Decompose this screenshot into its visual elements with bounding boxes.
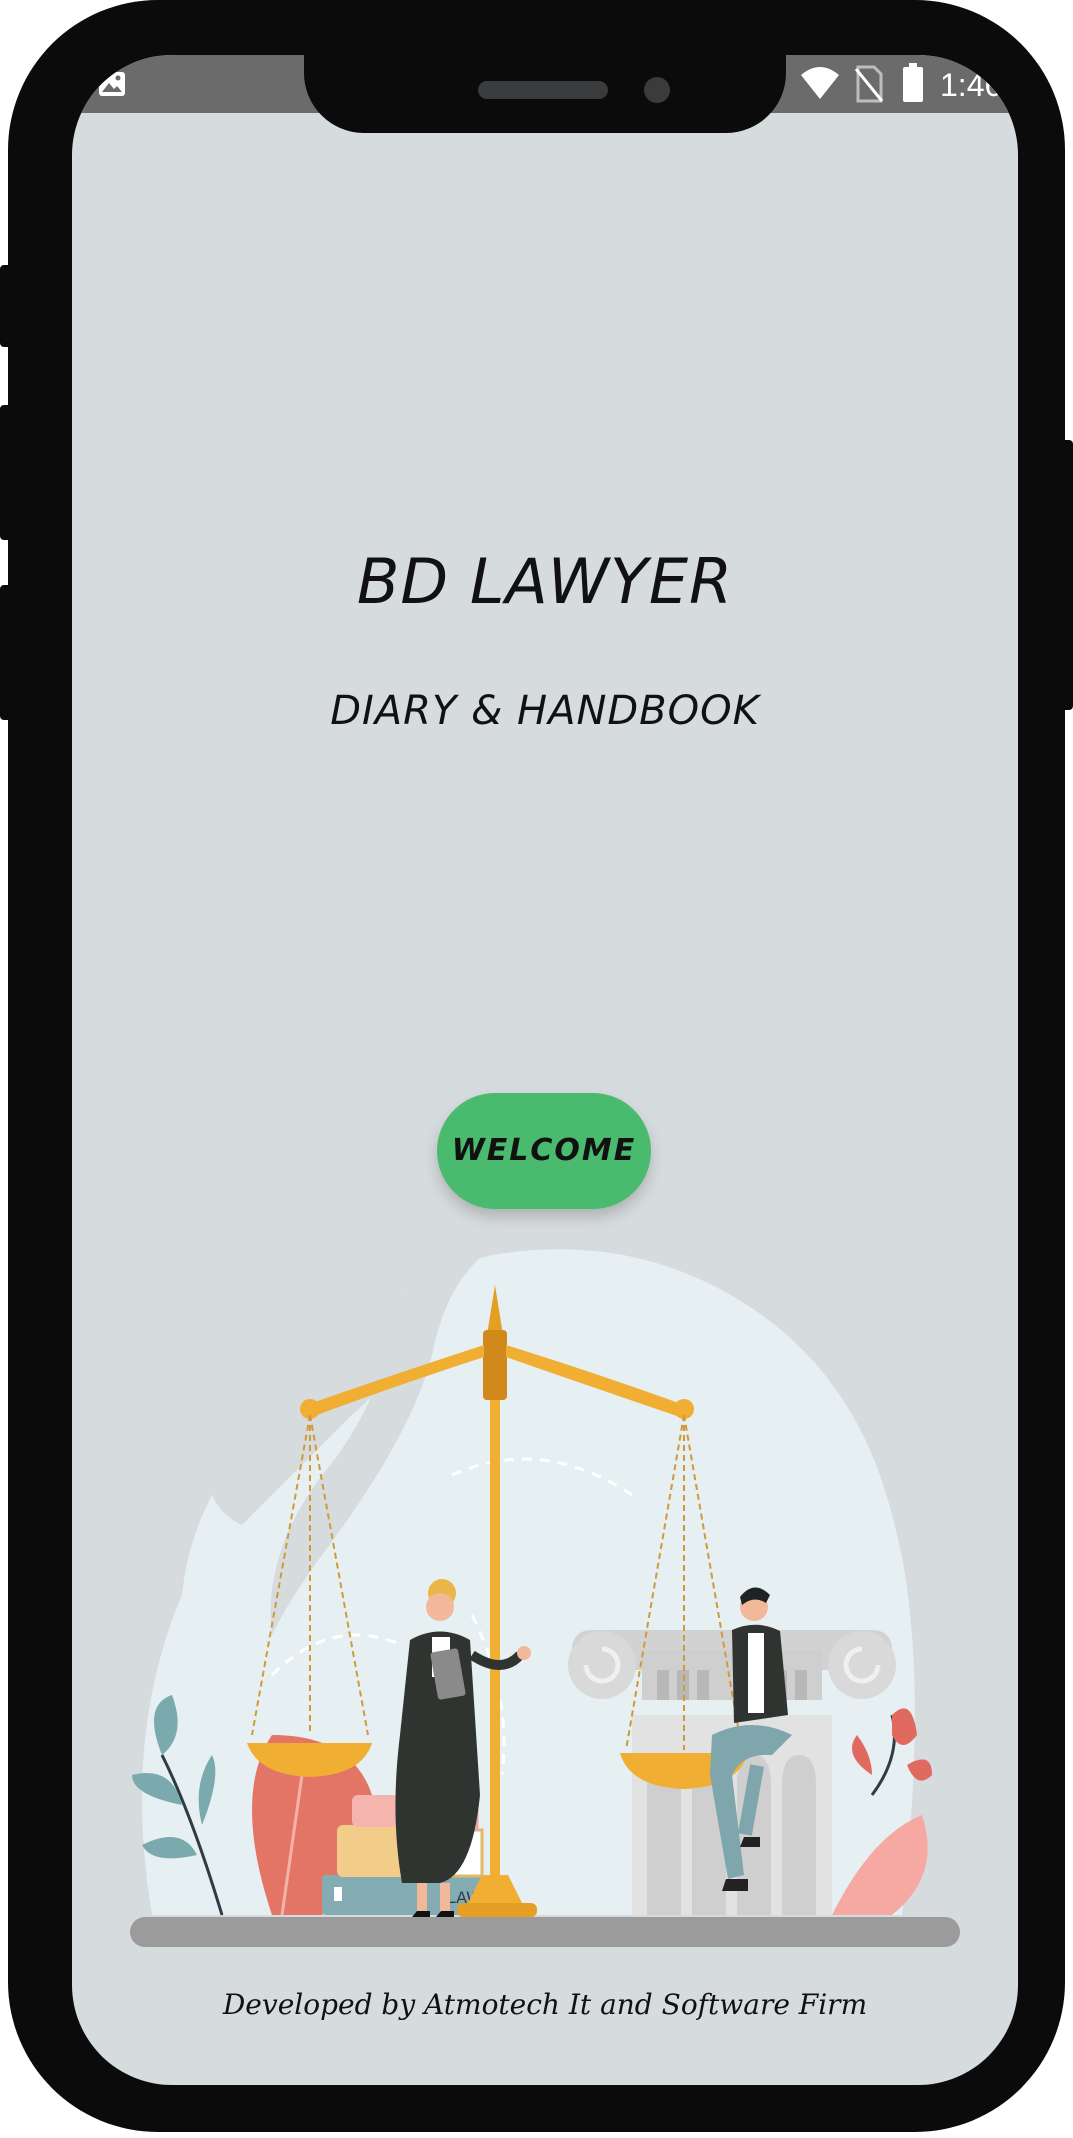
status-time: 1:46 xyxy=(940,67,1003,103)
phone-frame: 1:46 BD LAWYER DIARY & HANDBOOK LAW WELC… xyxy=(8,0,1065,2132)
developer-credit: Developed by Atmotech It and Software Fi… xyxy=(222,1988,868,2021)
no-sim-icon xyxy=(854,65,884,107)
wifi-icon xyxy=(800,65,840,105)
speaker-grille xyxy=(478,81,608,99)
camera-notch xyxy=(304,55,786,133)
app-title: BD LAWYER xyxy=(356,545,734,618)
ground-bar xyxy=(130,1917,960,1947)
image-notification-icon xyxy=(98,71,126,101)
battery-icon xyxy=(902,63,924,107)
welcome-button[interactable]: WELCOME xyxy=(437,1093,651,1209)
front-camera xyxy=(644,77,670,103)
app-screen: 1:46 BD LAWYER DIARY & HANDBOOK LAW WELC… xyxy=(72,55,1018,2085)
justice-scale-illustration: LAW xyxy=(130,1231,960,1947)
app-subtitle: DIARY & HANDBOOK xyxy=(330,688,760,734)
